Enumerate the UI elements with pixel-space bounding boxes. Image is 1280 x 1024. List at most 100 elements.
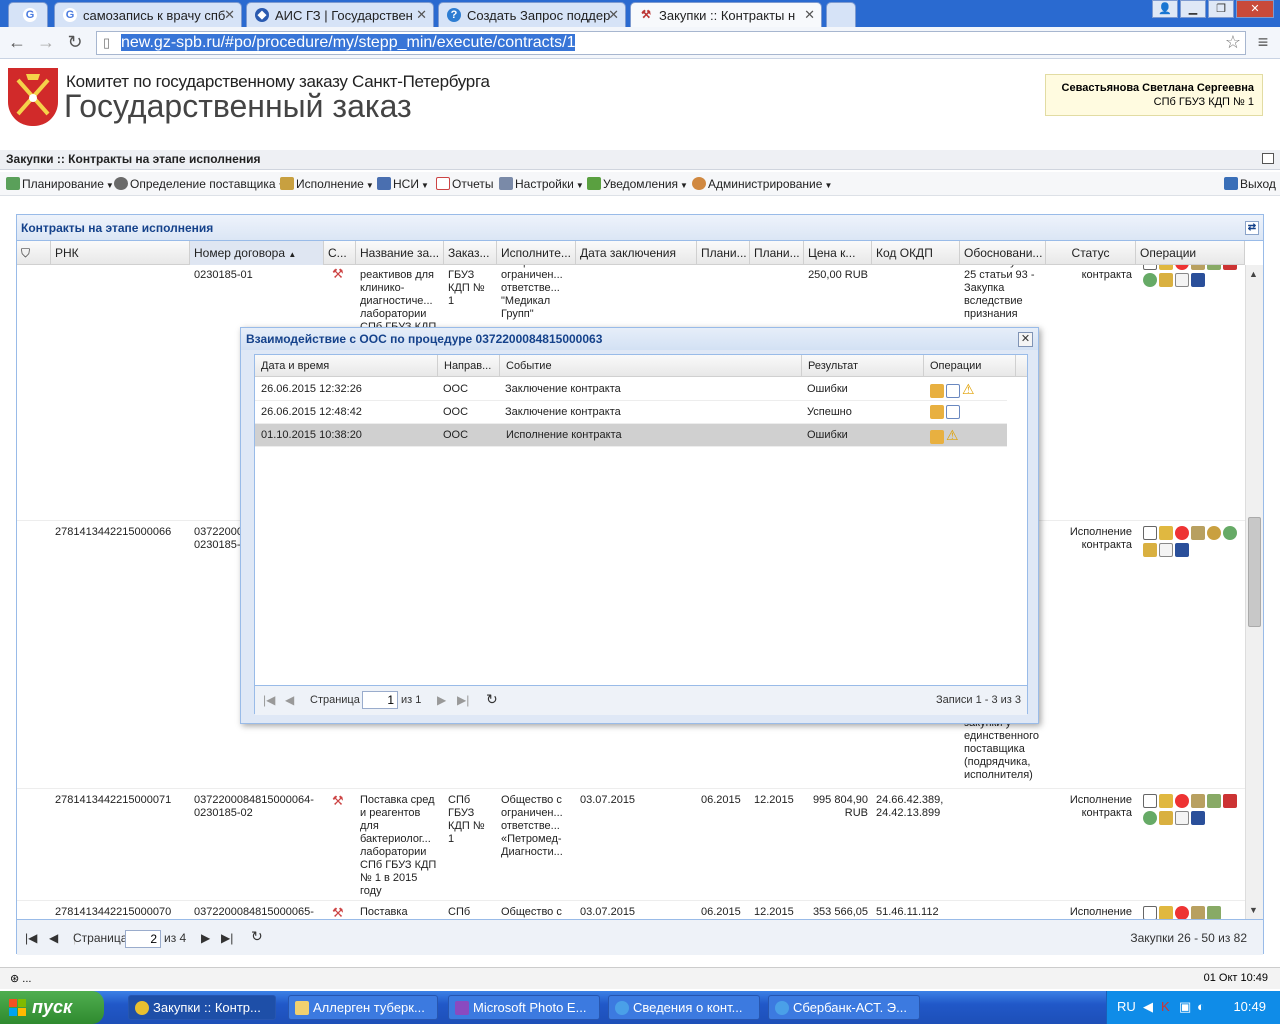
bookmark-star-icon[interactable]: ☆ xyxy=(1225,31,1241,53)
menu-icon[interactable]: ≡ xyxy=(1252,32,1274,54)
tray-arrow-icon[interactable]: ◀ xyxy=(1143,999,1153,1015)
gear-icon[interactable] xyxy=(1143,811,1157,825)
dialog-row-selected[interactable]: 01.10.2015 10:38:20 ООС Исполнение контр… xyxy=(255,424,1007,447)
col-datetime[interactable]: Дата и время xyxy=(255,355,438,377)
last-page-icon[interactable]: ▶| xyxy=(221,931,233,945)
tab-support-request[interactable]: ? Создать Запрос поддер ✕ xyxy=(438,2,626,27)
taskbar-item-ie-1[interactable]: Сведения о конт... xyxy=(608,995,760,1020)
forward-icon[interactable]: → xyxy=(35,32,57,54)
dialog-row[interactable]: 26.06.2015 12:32:26 ООС Заключение контр… xyxy=(255,378,1007,401)
col-price[interactable]: Цена к... xyxy=(804,241,872,265)
document-icon[interactable] xyxy=(1143,794,1157,808)
minimize-button[interactable]: ▁ xyxy=(1180,0,1206,18)
books-icon[interactable] xyxy=(1191,273,1205,287)
scroll-up-icon[interactable]: ▲ xyxy=(1249,269,1258,279)
refresh-icon[interactable]: ↻ xyxy=(486,691,498,708)
refresh-icon[interactable]: ⇄ xyxy=(1245,221,1259,235)
document-icon[interactable] xyxy=(1143,265,1157,270)
tab-ais-gz[interactable]: ◆ АИС ГЗ | Государствен ✕ xyxy=(246,2,434,27)
filter-clear-icon[interactable]: ⛉ xyxy=(17,241,51,265)
document-icon[interactable] xyxy=(946,405,960,419)
sign-icon[interactable] xyxy=(1191,526,1205,540)
stop-icon[interactable] xyxy=(1175,794,1189,808)
stop-icon[interactable] xyxy=(1175,906,1189,919)
grid-scrollbar[interactable]: ▲ ▼ xyxy=(1245,265,1263,919)
check-icon[interactable] xyxy=(1207,906,1221,919)
package-icon[interactable] xyxy=(930,405,944,419)
copy-icon[interactable] xyxy=(1175,811,1189,825)
window-close-button[interactable]: ✕ xyxy=(1236,0,1274,18)
menu-supplier[interactable]: Определение поставщика▼ xyxy=(114,177,285,191)
col-customer[interactable]: Заказ... xyxy=(444,241,497,265)
package-icon[interactable] xyxy=(930,429,944,444)
close-icon[interactable]: ✕ xyxy=(224,7,235,23)
tab-google[interactable]: G xyxy=(8,2,48,27)
document-icon[interactable] xyxy=(1143,526,1157,540)
table-row[interactable]: 2781413442215000071 0372200084815000064-… xyxy=(17,789,1245,901)
edit-icon[interactable] xyxy=(1159,794,1173,808)
document-icon[interactable] xyxy=(1143,906,1157,919)
scroll-icon[interactable] xyxy=(1159,811,1173,825)
scroll-down-icon[interactable]: ▼ xyxy=(1249,905,1258,915)
gear-icon[interactable] xyxy=(1223,526,1237,540)
scroll-icon[interactable] xyxy=(1143,543,1157,557)
taskbar-item-photo-editor[interactable]: Microsoft Photo E... xyxy=(448,995,600,1020)
col-basis[interactable]: Обосновани... xyxy=(960,241,1046,265)
menu-reports[interactable]: Отчеты xyxy=(436,177,493,191)
table-row[interactable]: 2781413442215000070 0372200084815000065-… xyxy=(17,901,1245,919)
refresh-icon[interactable]: ↻ xyxy=(251,928,263,945)
menu-settings[interactable]: Настройки ▼ xyxy=(499,177,584,191)
menu-nsi[interactable]: НСИ ▼ xyxy=(377,177,429,191)
col-s[interactable]: С... xyxy=(324,241,356,265)
first-page-icon[interactable]: |◀ xyxy=(263,693,275,707)
prev-page-icon[interactable]: ◀ xyxy=(49,931,58,945)
scroll-icon[interactable] xyxy=(1159,273,1173,287)
tab-contracts[interactable]: ⚒ Закупки :: Контракты н ✕ xyxy=(630,2,822,27)
close-icon[interactable]: ✕ xyxy=(804,7,815,23)
col-result[interactable]: Результат xyxy=(802,355,924,377)
col-direction[interactable]: Направ... xyxy=(438,355,500,377)
col-okdp[interactable]: Код ОКДП xyxy=(872,241,960,265)
col-supplier[interactable]: Исполните... xyxy=(497,241,576,265)
emblem-icon[interactable] xyxy=(1207,526,1221,540)
col-name[interactable]: Название за... xyxy=(356,241,444,265)
warning-icon[interactable]: ⚠ xyxy=(946,427,959,443)
edit-icon[interactable] xyxy=(1159,526,1173,540)
restore-button[interactable]: ❐ xyxy=(1208,0,1234,18)
package-icon[interactable] xyxy=(930,383,944,398)
col-event[interactable]: Событие xyxy=(500,355,802,377)
taskbar-item-chrome[interactable]: Закупки :: Контр... xyxy=(128,995,276,1020)
next-page-icon[interactable]: ▶ xyxy=(201,931,210,945)
menu-administration[interactable]: Администрирование ▼ xyxy=(692,177,832,191)
scrollbar-thumb[interactable] xyxy=(1248,517,1261,627)
start-button[interactable]: пуск xyxy=(0,991,104,1024)
sign-icon[interactable] xyxy=(1191,265,1205,270)
menu-execution[interactable]: Исполнение ▼ xyxy=(280,177,374,191)
edit-icon[interactable] xyxy=(1159,906,1173,919)
menu-planning[interactable]: Планирование ▼ xyxy=(6,177,114,191)
taskbar-item-ie-2[interactable]: Сбербанк-АСТ. Э... xyxy=(768,995,920,1020)
sign-icon[interactable] xyxy=(1191,906,1205,919)
first-page-icon[interactable]: |◀ xyxy=(25,931,37,945)
back-icon[interactable]: ← xyxy=(6,32,28,54)
col-contract-number[interactable]: Номер договора ▲ xyxy=(190,241,324,265)
col-rnk[interactable]: РНК xyxy=(51,241,190,265)
col-plan1[interactable]: Плани... xyxy=(697,241,750,265)
users-icon[interactable] xyxy=(1223,265,1237,270)
url-input[interactable]: ▯ new.gz-spb.ru/#po/procedure/my/stepp_m… xyxy=(96,31,1246,55)
antivirus-icon[interactable]: K xyxy=(1161,999,1170,1014)
col-plan2[interactable]: Плани... xyxy=(750,241,804,265)
logout-button[interactable]: Выход xyxy=(1224,177,1276,191)
tab-google-search[interactable]: G самозапись к врачу спб ✕ xyxy=(54,2,242,27)
collapse-panel-icon[interactable] xyxy=(1262,153,1274,164)
document-icon[interactable] xyxy=(946,383,960,398)
new-tab-button[interactable] xyxy=(826,2,856,27)
check-icon[interactable] xyxy=(1207,265,1221,270)
check-icon[interactable] xyxy=(1207,794,1221,808)
network-icon[interactable]: ▣ xyxy=(1179,999,1191,1015)
dialog-close-icon[interactable]: ✕ xyxy=(1018,332,1033,347)
copy-icon[interactable] xyxy=(1159,543,1173,557)
gear-icon[interactable] xyxy=(1143,273,1157,287)
menu-notifications[interactable]: Уведомления ▼ xyxy=(587,177,688,191)
col-status[interactable]: Статус xyxy=(1046,241,1136,265)
